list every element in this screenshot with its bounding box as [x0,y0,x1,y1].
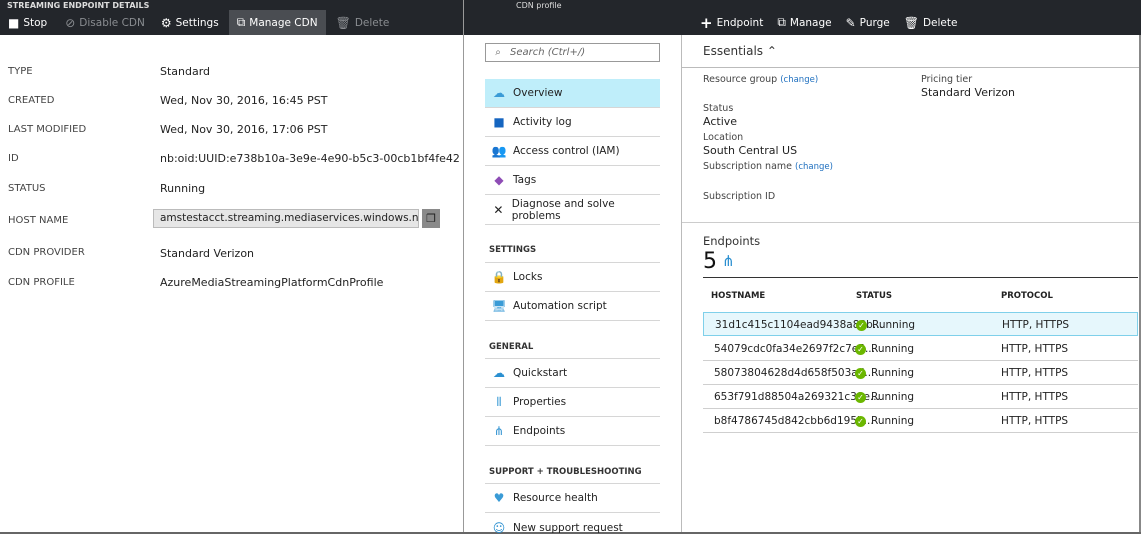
check-icon: ✓ [855,416,866,427]
subscription-id-label: Subscription ID [703,191,776,202]
stop-button[interactable]: ■ Stop [0,10,55,35]
check-icon: ✓ [856,320,867,331]
menu-item-quickstart[interactable]: ☁ Quickstart [485,358,660,388]
manage-cdn-button[interactable]: ⧉ Manage CDN [228,10,326,35]
menu-item-tags[interactable]: ◆ Tags [485,166,660,195]
right-panel-title: CDN profile [516,1,562,10]
monitor-icon: 🖥 [491,299,507,313]
heart-icon: ♥ [493,491,505,505]
menu-item-activity-log[interactable]: ■ Activity log [485,108,660,137]
properties-icon: ⫴ [496,394,502,409]
search-input[interactable]: ⌕ Search (Ctrl+/) [485,43,660,62]
divider [682,222,1139,223]
manage-button[interactable]: ⧉ Manage [777,10,831,35]
table-row[interactable]: 653f791d88504a269321c38e... ✓ Running HTTP,… [703,385,1138,409]
endpoints-icon: ⋔ [493,424,505,438]
menu-item-endpoints[interactable]: ⋔ Endpoints [485,417,660,446]
divider [463,0,464,534]
external-link-icon: ⧉ [777,15,786,29]
disable-cdn-button[interactable]: ⊘ Disable CDN [59,10,151,35]
menu-item-automation-script[interactable]: 🖥 Automation script [485,292,660,321]
divider [682,67,1139,68]
delete-button[interactable]: 🗑 Delete [330,10,396,35]
section-general: GENERAL [489,342,534,352]
divider [681,35,682,534]
table-row[interactable]: 54079cdc0fa34e2697f2c7e5... ✓ Running HTTP,… [703,337,1138,361]
resource-group-label: Resource group (change) [703,74,819,85]
gear-icon: ⚙ [160,15,172,30]
check-icon: ✓ [855,392,866,403]
menu-item-access-control[interactable]: 👥 Access control (IAM) [485,137,660,166]
log-icon: ■ [493,115,505,129]
right-header: CDN profile + Endpoint ⧉ Manage ✎ Purge 🗑 De… [464,0,1141,35]
menu-item-resource-health[interactable]: ♥ Resource health [485,483,660,513]
column-protocol: PROTOCOL [1001,291,1053,301]
left-header: STREAMING ENDPOINT DETAILS ■ Stop ⊘ Disabl… [0,0,463,35]
location-value: South Central US [703,144,798,157]
section-support: SUPPORT + TROUBLESHOOTING [489,467,642,477]
menu-item-new-support-request[interactable]: ☺ New support request [485,513,660,542]
menu-item-diagnose[interactable]: ✕ Diagnose and solve problems [485,196,660,225]
status-label: Status [703,103,734,114]
users-icon: 👥 [491,144,507,158]
change-link[interactable]: (change) [795,162,833,172]
disable-icon: ⊘ [65,15,76,30]
endpoints-title: Endpoints [703,234,761,248]
search-icon: ⌕ [495,47,501,58]
cloud-icon: ☁ [493,366,505,380]
endpoints-count: 5 [703,249,717,274]
trash-icon: 🗑 [335,15,351,30]
subscription-name-label: Subscription name (change) [703,161,833,172]
plus-icon: + [700,13,713,32]
purge-button[interactable]: ✎ Purge [846,10,890,35]
external-link-icon: ⧉ [236,15,246,29]
menu-item-properties[interactable]: ⫴ Properties [485,388,660,417]
location-label: Location [703,132,744,143]
left-panel-title: STREAMING ENDPOINT DETAILS [7,1,150,10]
endpoints-icon: ⋔ [722,252,735,270]
column-status: STATUS [856,291,893,301]
status-value: Active [703,115,738,128]
tools-icon: ✕ [493,203,504,217]
settings-button[interactable]: ⚙ Settings [155,10,225,35]
divider [703,277,1138,278]
essentials-toggle[interactable]: Essentials ⌃ [703,44,777,58]
support-icon: ☺ [492,520,506,535]
pricing-tier-value: Standard Verizon [921,86,1016,99]
chevron-up-icon: ⌃ [766,44,777,58]
add-endpoint-button[interactable]: + Endpoint [700,10,763,35]
stop-icon: ■ [8,15,20,30]
menu-item-overview[interactable]: ☁ Overview [485,79,660,108]
cloud-icon: ☁ [493,86,505,100]
table-row[interactable]: 58073804628d4d658f503ad... ✓ Running HTTP, … [703,361,1138,385]
section-settings: SETTINGS [489,245,537,255]
check-icon: ✓ [855,344,866,355]
table-row[interactable]: b8f4786745d842cbb6d195b... ✓ Running HTTP, … [703,409,1138,433]
host-name-input[interactable]: amstestacct.streaming.mediaservices.wind… [153,209,419,228]
lock-icon: 🔒 [491,270,507,284]
check-icon: ✓ [855,368,866,379]
change-link[interactable]: (change) [780,75,818,85]
column-hostname: HOSTNAME [711,291,766,301]
copy-icon[interactable]: ❐ [422,209,440,228]
menu-item-locks[interactable]: 🔒 Locks [485,262,660,292]
purge-icon: ✎ [845,15,856,30]
delete-profile-button[interactable]: 🗑 Delete [904,10,958,35]
trash-icon: 🗑 [903,15,919,30]
pricing-tier-label: Pricing tier [921,74,973,85]
table-row[interactable]: 31d1c415c1104ead9438a88b... ✓ Running HTTP,… [703,312,1138,336]
tag-icon: ◆ [494,173,504,187]
